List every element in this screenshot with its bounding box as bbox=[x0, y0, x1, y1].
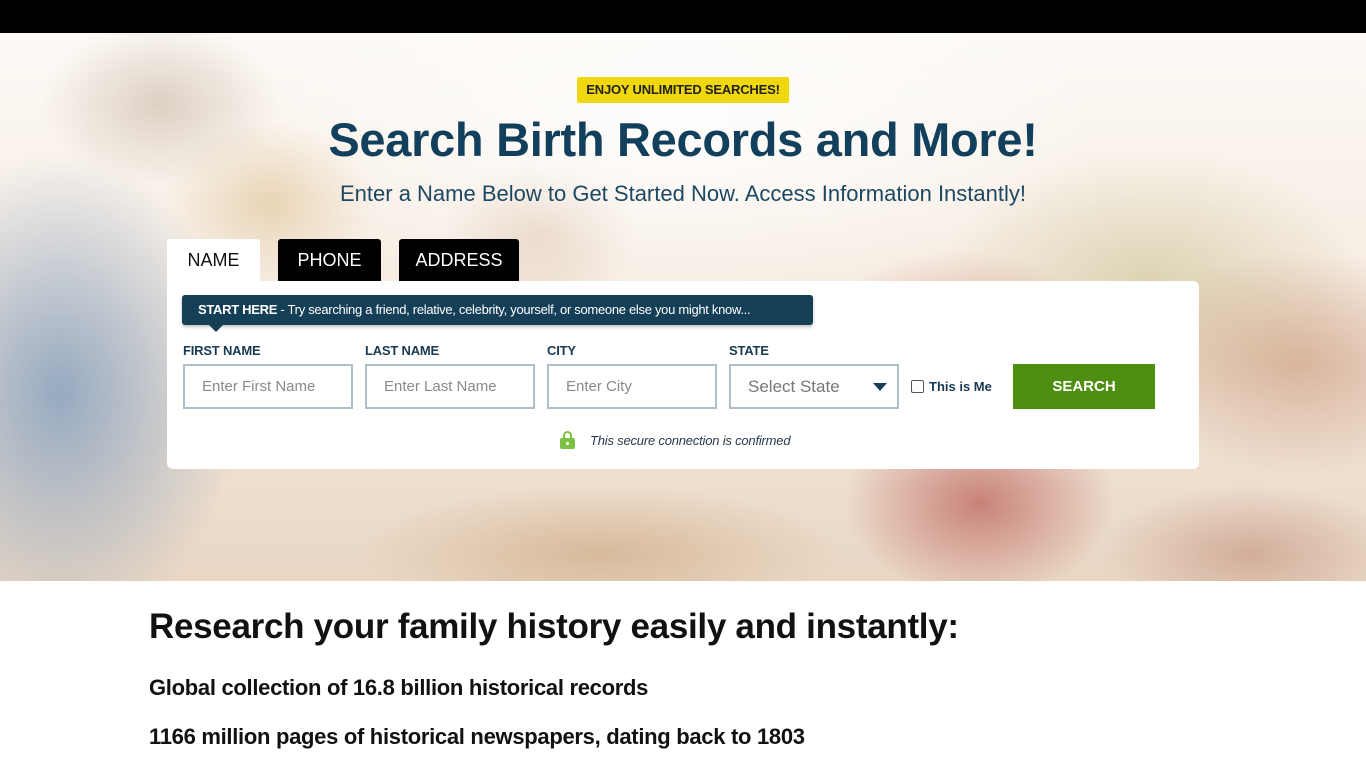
search-button[interactable]: SEARCH bbox=[1013, 364, 1155, 409]
page-title: Search Birth Records and More! bbox=[328, 113, 1038, 166]
fact-item: 1166 million pages of historical newspap… bbox=[149, 724, 805, 749]
state-label: STATE bbox=[729, 343, 769, 358]
secure-connection-notice: This secure connection is confirmed bbox=[560, 431, 791, 449]
first-name-input[interactable] bbox=[183, 364, 353, 409]
section-heading: Research your family history easily and … bbox=[149, 607, 959, 646]
this-is-me-label: This is Me bbox=[929, 379, 992, 394]
state-select[interactable]: Select State bbox=[729, 364, 899, 409]
last-name-input[interactable] bbox=[365, 364, 535, 409]
start-here-tooltip: START HERE - Try searching a friend, rel… bbox=[182, 295, 813, 332]
tab-address[interactable]: ADDRESS bbox=[399, 239, 519, 281]
tip-text: - Try searching a friend, relative, cele… bbox=[277, 302, 751, 317]
city-input[interactable] bbox=[547, 364, 717, 409]
this-is-me-checkbox[interactable] bbox=[911, 380, 924, 393]
state-select-value: Select State bbox=[748, 377, 840, 396]
search-panel: START HERE - Try searching a friend, rel… bbox=[167, 281, 1199, 469]
tab-name[interactable]: NAME bbox=[167, 239, 260, 281]
last-name-label: LAST NAME bbox=[365, 343, 440, 358]
city-label: CITY bbox=[547, 343, 576, 358]
secure-connection-text: This secure connection is confirmed bbox=[590, 432, 791, 448]
first-name-label: FIRST NAME bbox=[183, 343, 261, 358]
lock-icon bbox=[560, 431, 575, 449]
fact-item: Global collection of 16.8 billion histor… bbox=[149, 675, 649, 700]
tip-strong: START HERE bbox=[198, 302, 278, 317]
promo-badge: ENJOY UNLIMITED SEARCHES! bbox=[577, 77, 789, 103]
caret-down-icon bbox=[873, 383, 887, 391]
tab-phone[interactable]: PHONE bbox=[278, 239, 381, 281]
this-is-me-option[interactable]: This is Me bbox=[911, 379, 992, 394]
top-bar bbox=[0, 0, 1366, 33]
page-subtitle: Enter a Name Below to Get Started Now. A… bbox=[340, 181, 1026, 206]
